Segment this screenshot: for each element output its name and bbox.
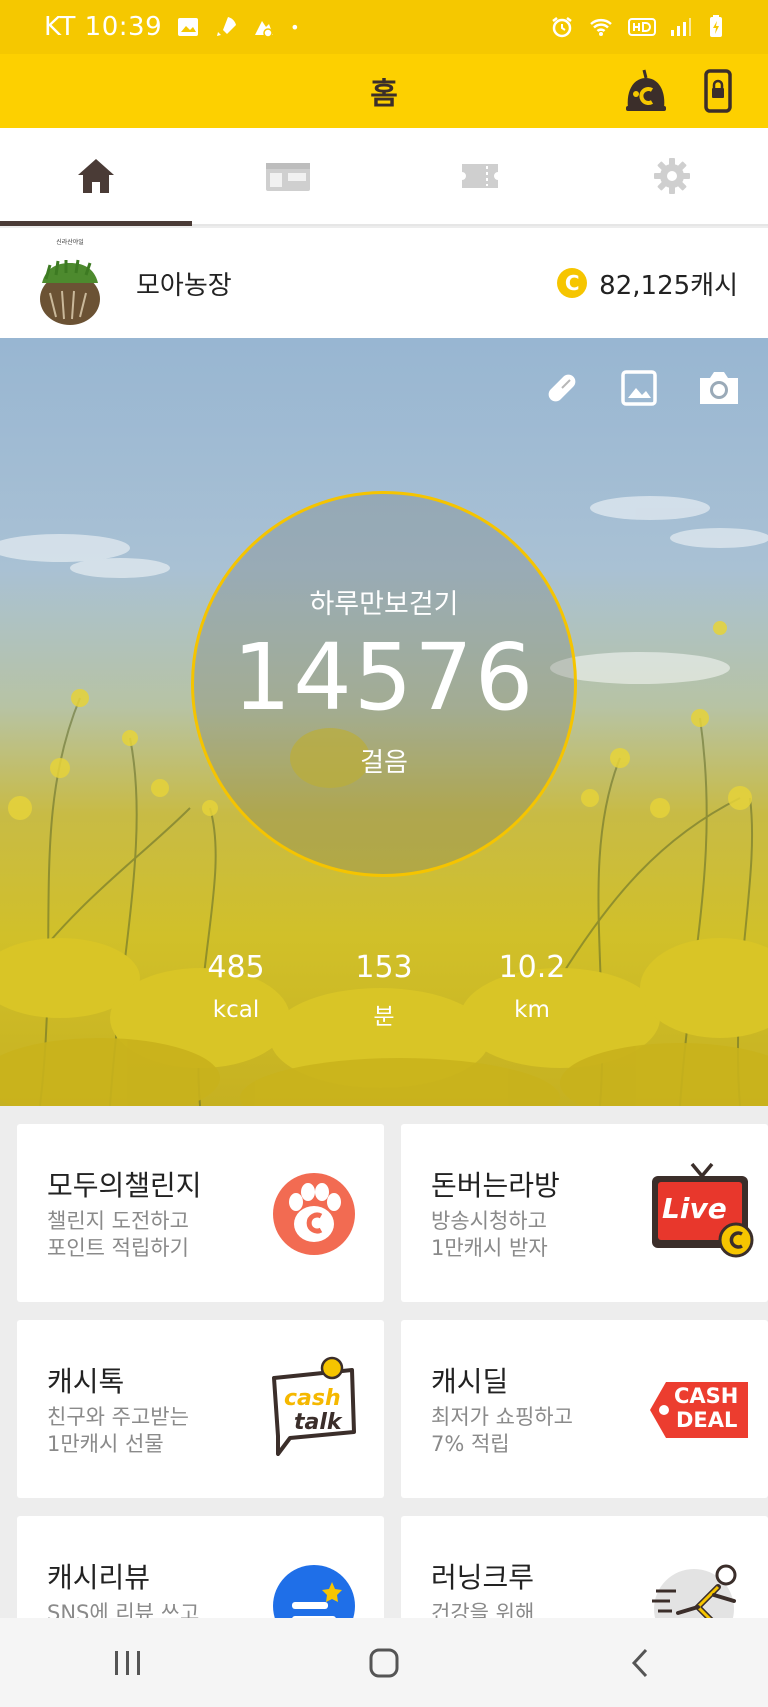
phone-lock-icon <box>704 69 732 113</box>
tab-ticket[interactable] <box>384 128 576 224</box>
pill-icon <box>548 374 576 402</box>
wifi-icon <box>590 19 612 36</box>
cash-deal-icon: CASH DEAL <box>648 1360 752 1460</box>
card-title: 모두의챌린지 <box>47 1169 202 1202</box>
farm-name[interactable]: 모아농장 <box>136 265 232 302</box>
camera-button[interactable] <box>696 368 742 408</box>
farm-avatar[interactable]: 신라산야일 <box>36 239 104 327</box>
gallery-button[interactable] <box>620 368 658 408</box>
challenge-card[interactable]: 모두의챌린지 챌린지 도전하고 포인트 적립하기 <box>17 1124 384 1302</box>
paw-c-icon <box>264 1164 364 1264</box>
cash-deal-card[interactable]: 캐시딜 최저가 쇼핑하고 7% 적립 CASH DEAL <box>401 1320 768 1498</box>
cash-talk-card[interactable]: 캐시톡 친구와 주고받는 1만캐시 선물 cash talk <box>17 1320 384 1498</box>
home-icon <box>78 159 114 193</box>
card-subtitle: 최저가 쇼핑하고 7% 적립 <box>431 1404 573 1458</box>
avatar-caption: 신라산야일 <box>56 239 84 246</box>
recent-apps-button[interactable] <box>68 1633 188 1693</box>
system-nav-bar <box>0 1618 768 1707</box>
card-subtitle: 친구와 주고받는 1만캐시 선물 <box>47 1404 189 1458</box>
main-tabs <box>0 128 768 226</box>
card-title: 러닝크루 <box>431 1561 535 1594</box>
card-subtitle-line: 7% 적립 <box>431 1432 510 1456</box>
step-hero: 하루만보걷기 14576 걸음 485 kcal 153 분 10.2 km <box>0 338 768 1106</box>
card-title: 캐시톡 <box>47 1365 125 1398</box>
distance-unit: km <box>514 997 550 1023</box>
signal-icon <box>671 18 691 36</box>
cash-talk-label-1: cash <box>284 1386 341 1411</box>
cash-talk-label-2: talk <box>294 1410 342 1435</box>
gallery-icon <box>178 18 199 36</box>
cashwalk-character-button[interactable] <box>622 68 670 114</box>
step-counter-ring[interactable]: 하루만보걷기 14576 걸음 <box>191 491 577 877</box>
status-carrier-time: KT 10:39 <box>44 12 163 42</box>
step-count: 14576 <box>232 624 536 731</box>
back-button[interactable] <box>580 1633 700 1693</box>
card-subtitle-line: 최저가 쇼핑하고 <box>431 1405 573 1429</box>
card-subtitle-line: 1만캐시 받자 <box>431 1236 548 1260</box>
status-bar: KT 10:39 • <box>0 0 768 54</box>
distance-value: 10.2 <box>498 950 566 985</box>
farm-avatar-image <box>40 259 100 325</box>
gear-icon <box>654 158 690 194</box>
card-subtitle-line: 포인트 적립하기 <box>47 1236 189 1260</box>
card-subtitle-line: 방송시청하고 <box>431 1209 547 1233</box>
notification-dot: • <box>290 17 300 37</box>
pill-button[interactable] <box>542 368 582 408</box>
activity-stats: 485 kcal 153 분 10.2 km <box>0 950 768 1031</box>
live-tv-icon: Live <box>648 1160 756 1264</box>
distance-stat: 10.2 km <box>458 950 606 1031</box>
cash-talk-icon: cash talk <box>264 1356 364 1456</box>
calories-stat: 485 kcal <box>162 950 310 1031</box>
phone-lock-button[interactable] <box>704 69 732 113</box>
rocket-icon <box>217 17 237 36</box>
cash-balance[interactable]: C 82,125캐시 <box>557 265 738 302</box>
minutes-stat: 153 분 <box>310 950 458 1031</box>
recent-apps-icon <box>115 1650 140 1675</box>
tab-home[interactable] <box>0 128 192 226</box>
profile-row: 신라산야일 모아농장 C 82,125캐시 <box>0 228 768 338</box>
hd-icon <box>628 18 656 36</box>
cash-deal-label-1: CASH <box>674 1384 739 1408</box>
cash-amount: 82,125캐시 <box>599 270 738 301</box>
back-icon <box>631 1648 648 1677</box>
step-unit: 걸음 <box>360 748 408 779</box>
image-icon <box>621 370 657 406</box>
ticket-icon <box>462 164 498 188</box>
camera-icon <box>700 372 738 404</box>
card-subtitle-line: 친구와 주고받는 <box>47 1405 189 1429</box>
live-commerce-card[interactable]: 돈버는라방 방송시청하고 1만캐시 받자 Live <box>401 1124 768 1302</box>
card-title: 캐시딜 <box>431 1365 509 1398</box>
alarm-icon <box>552 17 572 38</box>
card-subtitle-line: 1만캐시 선물 <box>47 1432 164 1456</box>
home-button[interactable] <box>324 1633 444 1693</box>
calories-unit: kcal <box>212 997 260 1023</box>
card-subtitle: 챌린지 도전하고 포인트 적립하기 <box>47 1208 189 1262</box>
cashslide-icon <box>255 21 274 38</box>
app-bar: 홈 <box>0 54 768 128</box>
cashwalk-character-icon <box>626 69 666 111</box>
page-title: 홈 <box>370 77 398 112</box>
step-goal-title: 하루만보걷기 <box>309 589 459 620</box>
live-label: Live <box>662 1192 727 1225</box>
card-title: 돈버는라방 <box>431 1169 560 1202</box>
home-button-icon <box>369 1648 399 1677</box>
cash-deal-label-2: DEAL <box>676 1408 738 1432</box>
battery-icon <box>710 15 722 37</box>
store-icon <box>266 163 310 191</box>
tab-settings[interactable] <box>576 128 768 224</box>
minutes-unit: 분 <box>373 1004 395 1030</box>
coin-icon: C <box>557 268 588 298</box>
tab-store[interactable] <box>192 128 384 224</box>
card-subtitle-line: 챌린지 도전하고 <box>47 1209 189 1233</box>
card-title: 캐시리뷰 <box>47 1561 151 1594</box>
calories-value: 485 <box>207 950 265 985</box>
card-subtitle: 방송시청하고 1만캐시 받자 <box>431 1208 548 1262</box>
minutes-value: 153 <box>355 950 413 985</box>
